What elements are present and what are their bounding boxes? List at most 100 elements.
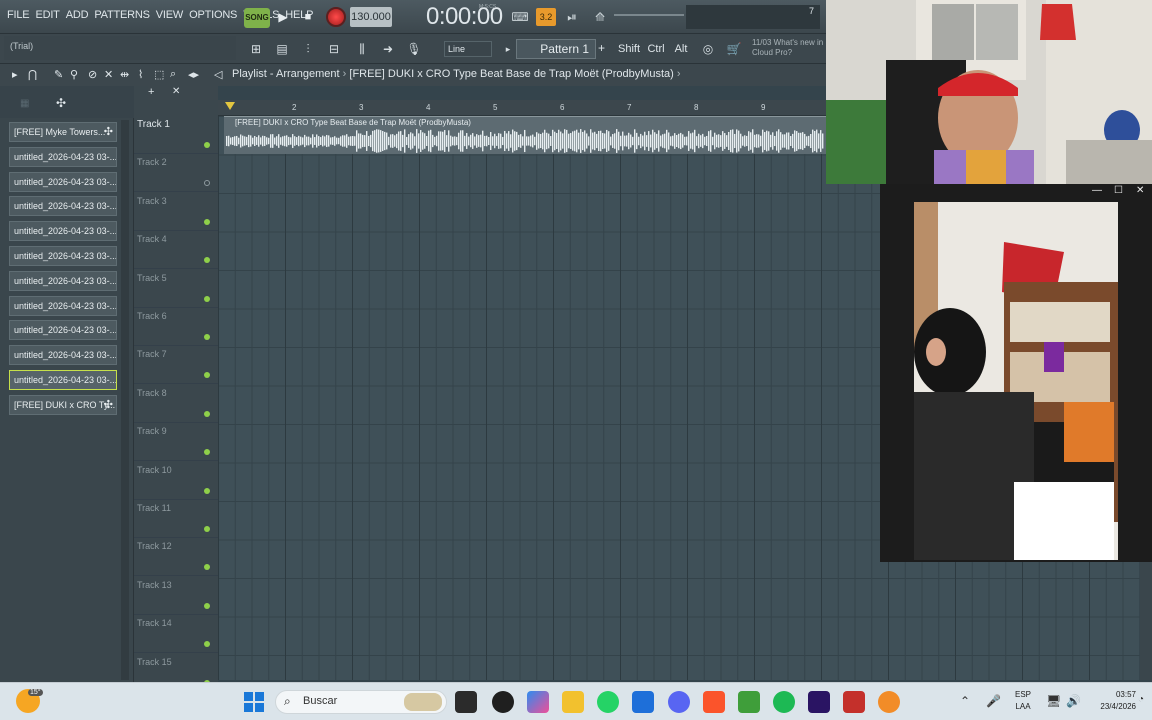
fl-studio-icon[interactable] xyxy=(878,691,900,713)
brave-browser-icon[interactable] xyxy=(703,691,725,713)
menu-view[interactable]: VIEW xyxy=(153,9,186,21)
ctrl-button[interactable]: Ctrl xyxy=(646,41,666,57)
track-enable-led-icon[interactable] xyxy=(204,564,210,571)
track-header[interactable]: Track 14 xyxy=(134,615,218,654)
playlist-icon[interactable]: ⊞ xyxy=(246,40,266,58)
close-x-icon[interactable]: ✕ xyxy=(172,86,180,97)
piano-roll-icon[interactable]: ⫶ xyxy=(298,40,318,58)
track-enable-led-icon[interactable] xyxy=(204,526,210,532)
track-enable-led-icon[interactable] xyxy=(204,410,210,417)
picker-scrollbar[interactable] xyxy=(121,120,129,680)
record-button[interactable] xyxy=(326,7,346,27)
pattern-selector[interactable]: Pattern 1 xyxy=(516,39,596,59)
alt-button[interactable]: Alt xyxy=(672,41,690,57)
tray-chevron-up-icon[interactable]: ⌃ xyxy=(960,694,970,708)
metronome-icon[interactable]: 3.2 xyxy=(536,8,556,26)
track-header[interactable]: Track 3 xyxy=(134,193,218,231)
playback-tool-icon[interactable]: ◂▸ xyxy=(188,68,199,81)
track-enable-led-icon[interactable] xyxy=(204,257,210,264)
network-icon[interactable]: 🖥 xyxy=(1046,694,1061,708)
track-enable-led-icon[interactable] xyxy=(204,142,210,148)
picker-move-icon[interactable]: ✣ xyxy=(56,96,66,110)
track-enable-led-icon[interactable] xyxy=(204,602,210,609)
premiere-pro-icon[interactable] xyxy=(808,691,830,713)
magnet-icon[interactable]: ⋂ xyxy=(28,68,37,81)
brush-icon[interactable]: ⚲ xyxy=(70,68,78,81)
menu-file[interactable]: FILE xyxy=(4,9,32,21)
add-pattern-icon[interactable]: + xyxy=(598,41,605,55)
track-header[interactable]: Track 12 xyxy=(134,538,218,577)
track-enable-led-icon[interactable] xyxy=(204,641,210,648)
track-enable-led-icon[interactable] xyxy=(204,334,210,340)
select-tool-icon[interactable]: ⬚ xyxy=(154,68,164,81)
track-header[interactable]: Track 8 xyxy=(134,385,218,423)
loop-record-icon[interactable]: ⟰ xyxy=(590,8,610,26)
master-pitch-slider[interactable] xyxy=(614,14,684,16)
picker-clip-item[interactable]: untitled_2026-04-23 03-... xyxy=(9,295,117,316)
menu-add[interactable]: ADD xyxy=(63,9,92,21)
delete-tool-icon[interactable]: ✕ xyxy=(104,68,113,81)
slice-tool-icon[interactable]: ⌇ xyxy=(138,68,143,81)
snap-select[interactable]: Line xyxy=(444,41,492,57)
menu-options[interactable]: OPTIONS xyxy=(186,9,240,21)
spotify-icon[interactable] xyxy=(773,691,795,713)
playlist-menu-arrow-icon[interactable]: ▸ xyxy=(12,68,18,81)
play-button[interactable]: ▶ xyxy=(274,8,292,26)
picker-clip-item[interactable]: untitled_2026-04-23 03-... xyxy=(9,320,117,341)
track-enable-led-icon[interactable] xyxy=(204,372,210,379)
tempo-display[interactable]: 130.000 xyxy=(350,7,392,27)
task-view-icon[interactable] xyxy=(455,691,477,713)
mixer-icon[interactable]: ⊟ xyxy=(324,40,344,58)
microsoft-store-icon[interactable] xyxy=(632,691,654,713)
microphone-tray-icon[interactable]: 🎤 xyxy=(986,694,1001,708)
channel-rack-icon[interactable]: ▤ xyxy=(272,40,292,58)
song-mode-button[interactable]: SONG xyxy=(244,8,270,28)
volume-icon[interactable]: 🔊 xyxy=(1066,694,1081,708)
taskbar-search[interactable]: ⌕ Buscar xyxy=(275,690,447,714)
picker-clip-item[interactable]: [FREE] DUKI x CRO Ty... ✣ xyxy=(9,394,117,415)
discord-icon[interactable] xyxy=(668,691,690,713)
copilot-app-icon[interactable] xyxy=(527,691,549,713)
windows-start-icon[interactable] xyxy=(244,692,264,712)
whatsapp-icon[interactable] xyxy=(597,691,619,713)
browser-icon[interactable]: ⫼ xyxy=(352,40,372,58)
menu-edit[interactable]: EDIT xyxy=(32,9,62,21)
news-panel[interactable]: 11/03 What's new in Cloud Pro? xyxy=(752,38,828,58)
shift-button[interactable]: Shift xyxy=(618,41,640,57)
typing-keyboard-icon[interactable]: ⌨ xyxy=(510,8,530,26)
track-enable-led-icon[interactable] xyxy=(204,487,210,494)
slip-tool-icon[interactable]: ⇹ xyxy=(120,68,129,81)
clip-move-icon[interactable]: ✣ xyxy=(104,396,113,414)
davinci-app-icon[interactable] xyxy=(492,691,514,713)
input-language[interactable]: ESP LAA xyxy=(1010,689,1036,713)
track-header[interactable]: Track 5 xyxy=(134,270,218,308)
picker-clip-item[interactable]: untitled_2026-04-23 03-... xyxy=(9,370,117,390)
picker-clip-item[interactable]: untitled_2026-04-23 03-... xyxy=(9,171,117,192)
track-header[interactable]: Track 6 xyxy=(134,308,218,346)
close-icon[interactable]: ✕ xyxy=(1136,185,1144,196)
picker-clip-item[interactable]: untitled_2026-04-23 03-... xyxy=(9,196,117,217)
wait-input-icon[interactable]: ⏯ xyxy=(562,8,582,26)
playhead-marker[interactable] xyxy=(225,102,235,110)
track-header[interactable]: Track 2 xyxy=(134,154,218,193)
notifications-icon[interactable]: ◔ xyxy=(1138,694,1144,705)
voicemod-icon[interactable] xyxy=(843,691,865,713)
track-header[interactable]: Track 4 xyxy=(134,231,218,270)
minimize-icon[interactable]: — xyxy=(1092,185,1102,196)
track-enable-led-icon[interactable] xyxy=(204,218,210,225)
minecraft-icon[interactable] xyxy=(738,691,760,713)
zoom-tool-icon[interactable]: ⌕ xyxy=(170,68,176,81)
picker-clip-item[interactable]: untitled_2026-04-23 03-... xyxy=(9,146,117,167)
track-header[interactable]: Track 1 xyxy=(134,116,218,154)
track-header[interactable]: Track 7 xyxy=(134,346,218,385)
stop-button[interactable]: ■ xyxy=(300,8,316,26)
menu-patterns[interactable]: PATTERNS xyxy=(91,9,152,21)
timeline-ruler[interactable]: 2 3 4 5 6 7 8 9 xyxy=(218,100,826,116)
track-header[interactable]: Track 10 xyxy=(134,462,218,500)
track-header[interactable]: Track 11 xyxy=(134,500,218,538)
file-explorer-icon[interactable] xyxy=(562,691,584,713)
help-bubble-icon[interactable]: ◎ xyxy=(698,40,718,58)
track-enable-led-icon[interactable] xyxy=(204,295,210,302)
speaker-icon[interactable]: ◁ xyxy=(214,68,222,81)
track-enable-led-icon[interactable] xyxy=(204,449,210,456)
